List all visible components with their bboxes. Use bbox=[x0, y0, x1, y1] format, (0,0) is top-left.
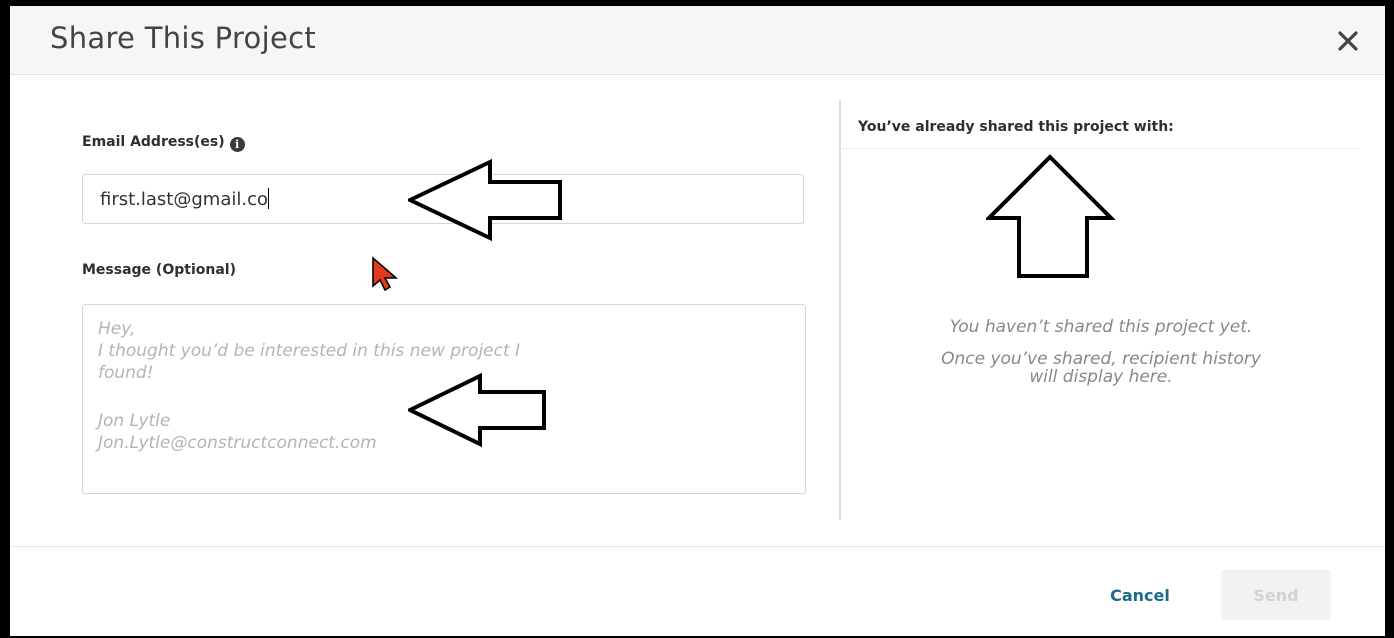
left-arrow-annotation-icon bbox=[408, 372, 546, 448]
dialog-header: Share This Project bbox=[10, 6, 1385, 75]
left-arrow-annotation-icon bbox=[408, 158, 562, 242]
message-placeholder-line: Jon Lytle bbox=[98, 411, 171, 431]
message-placeholder-line: found! bbox=[98, 363, 154, 383]
empty-state-title: You haven’t shared this project yet. bbox=[949, 317, 1253, 337]
email-label: Email Address(es) bbox=[82, 134, 225, 150]
mouse-cursor-icon bbox=[372, 256, 399, 292]
email-value-row: first.last@gmail.co bbox=[100, 188, 269, 210]
text-caret bbox=[268, 188, 269, 209]
message-label: Message (Optional) bbox=[82, 262, 236, 278]
message-placeholder-line: Jon.Lytle@constructconnect.com bbox=[98, 433, 377, 453]
up-arrow-annotation-icon bbox=[986, 154, 1116, 278]
close-button[interactable] bbox=[1333, 26, 1363, 56]
footer-divider bbox=[10, 546, 1385, 547]
send-button[interactable]: Send bbox=[1221, 570, 1331, 620]
shared-with-heading: You’ve already shared this project with: bbox=[858, 119, 1174, 135]
panel-divider bbox=[839, 100, 841, 520]
message-placeholder-line: I thought you’d be interested in this ne… bbox=[98, 341, 521, 361]
shared-list-separator bbox=[842, 148, 1360, 149]
close-icon bbox=[1338, 31, 1358, 51]
message-placeholder-line: Hey, bbox=[98, 319, 136, 339]
dialog-title: Share This Project bbox=[50, 21, 317, 55]
share-project-dialog: Share This Project Email Address(es) i fi… bbox=[10, 6, 1385, 636]
email-label-row: Email Address(es) i bbox=[82, 134, 245, 152]
email-value: first.last@gmail.co bbox=[100, 189, 268, 210]
info-icon[interactable]: i bbox=[229, 137, 245, 152]
empty-state-detail-line1: Once you’ve shared, recipient history bbox=[941, 349, 1261, 369]
cancel-button[interactable]: Cancel bbox=[1095, 570, 1185, 620]
empty-state-detail-line2: will display here. bbox=[1029, 367, 1173, 387]
